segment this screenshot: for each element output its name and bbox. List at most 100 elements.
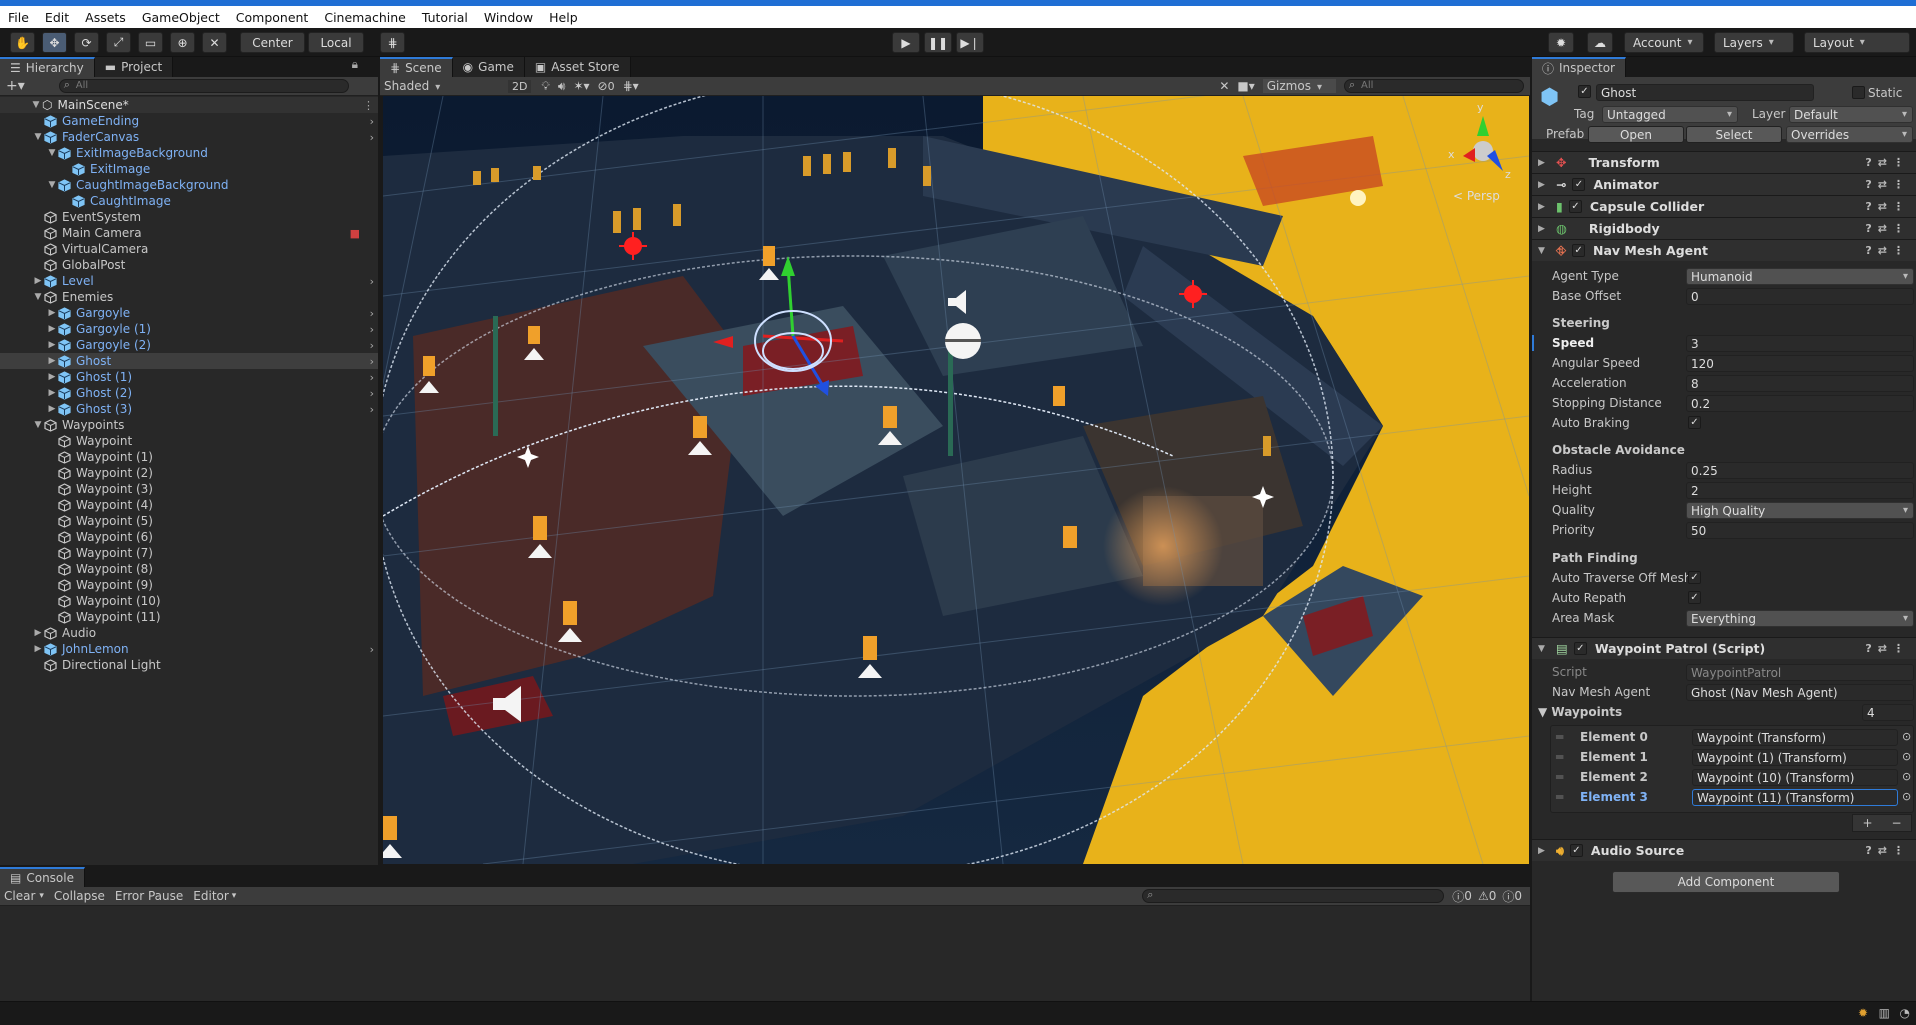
static-checkbox[interactable] — [1852, 86, 1865, 99]
list-remove-button[interactable]: − — [1891, 816, 1901, 830]
grid-toggle-icon[interactable]: ⋕▾ — [623, 79, 639, 93]
auto-repath-checkbox[interactable]: ✓ — [1688, 591, 1701, 604]
waypoint-element-field[interactable]: Waypoint (1) (Transform) — [1692, 749, 1898, 766]
prefab-open-button[interactable]: Open — [1588, 126, 1684, 143]
animator-header[interactable]: ▶ ⊸ ✓ Animator ?⇄⋮ — [1532, 173, 1916, 195]
tab-inspector[interactable]: ⓘ Inspector — [1532, 57, 1626, 77]
collapse-arrow-icon[interactable]: ▶ — [1538, 202, 1552, 212]
chevron-right-icon[interactable]: › — [370, 355, 374, 368]
step-button[interactable]: ▶❘ — [956, 32, 984, 53]
collapse-arrow-icon[interactable]: ▶ — [32, 644, 44, 654]
tools-icon[interactable]: ✕ — [1219, 79, 1229, 93]
hierarchy-row[interactable]: ▶ Ghost (3) › — [0, 401, 378, 417]
area-mask-dropdown[interactable]: Everything — [1686, 610, 1914, 627]
effects-icon[interactable]: ✶▾ — [573, 79, 589, 93]
hierarchy-row[interactable]: ▶ Gargoyle (2) › — [0, 337, 378, 353]
hierarchy-row[interactable]: VirtualCamera — [0, 241, 378, 257]
component-menu-icon[interactable]: ?⇄⋮ — [1865, 844, 1910, 857]
hierarchy-row[interactable]: ▶ Gargoyle (1) › — [0, 321, 378, 337]
scale-tool-icon[interactable]: ⤢ — [106, 32, 131, 53]
hierarchy-row[interactable]: ▶ Ghost (1) › — [0, 369, 378, 385]
hierarchy-search-input[interactable]: All — [58, 78, 349, 93]
active-checkbox[interactable]: ✓ — [1578, 85, 1591, 98]
drag-handle-icon[interactable]: ═ — [1556, 770, 1563, 784]
tab-scene[interactable]: ⋕ Scene — [380, 57, 453, 77]
radius-field[interactable]: 0.25 — [1686, 462, 1914, 479]
collapse-arrow-icon[interactable]: ▶ — [46, 388, 58, 398]
component-menu-icon[interactable]: ?⇄⋮ — [1865, 222, 1910, 235]
expand-arrow-icon[interactable]: ▼ — [1538, 246, 1552, 256]
hierarchy-row[interactable]: ▶ Audio — [0, 625, 378, 641]
hierarchy-row[interactable]: ▶ Ghost (2) › — [0, 385, 378, 401]
collapse-arrow-icon[interactable]: ▶ — [32, 628, 44, 638]
menu-edit[interactable]: Edit — [37, 10, 77, 25]
collapse-arrow-icon[interactable]: ▶ — [46, 324, 58, 334]
waypoint-element-field[interactable]: Waypoint (Transform) — [1692, 729, 1898, 746]
chevron-right-icon[interactable]: › — [370, 643, 374, 656]
hierarchy-row[interactable]: ▶ Gargoyle › — [0, 305, 378, 321]
rotate-tool-icon[interactable]: ⟳ — [74, 32, 99, 53]
hierarchy-row[interactable]: Waypoint (6) — [0, 529, 378, 545]
collapse-arrow-icon[interactable]: ▶ — [46, 340, 58, 350]
collapse-arrow-icon[interactable]: ▶ — [46, 356, 58, 366]
hierarchy-row[interactable]: CaughtImage — [0, 193, 378, 209]
hierarchy-row[interactable]: Waypoint (1) — [0, 449, 378, 465]
gizmos-dropdown[interactable]: Gizmos — [1262, 79, 1336, 93]
component-menu-icon[interactable]: ?⇄⋮ — [1865, 200, 1910, 213]
cloud-icon[interactable]: ☁ — [1587, 32, 1613, 53]
waypoints-foldout[interactable]: ▼ Waypoints — [1538, 705, 1622, 719]
hierarchy-row[interactable]: ▼ CaughtImageBackground — [0, 177, 378, 193]
capsule-checkbox[interactable]: ✓ — [1568, 200, 1582, 213]
transform-header[interactable]: ▶ ✥ Transform ?⇄⋮ — [1532, 151, 1916, 173]
expand-arrow-icon[interactable]: ▼ — [46, 180, 58, 190]
stopping-distance-field[interactable]: 0.2 — [1686, 395, 1914, 412]
collapse-arrow-icon[interactable]: ▶ — [46, 308, 58, 318]
hierarchy-row[interactable]: ExitImage — [0, 161, 378, 177]
hierarchy-row[interactable]: Waypoint (5) — [0, 513, 378, 529]
agent-type-dropdown[interactable]: Humanoid — [1686, 268, 1914, 285]
audio-icon[interactable]: 🔊︎ — [558, 79, 566, 94]
warning-count-icon[interactable]: ⚠ — [1478, 889, 1489, 903]
hierarchy-row[interactable]: ▶ Ghost › — [0, 353, 378, 369]
chevron-right-icon[interactable]: › — [370, 131, 374, 144]
bug-icon[interactable]: ✹ — [1858, 1006, 1868, 1020]
hierarchy-row[interactable]: Waypoint (2) — [0, 465, 378, 481]
navmesh-checkbox[interactable]: ✓ — [1572, 244, 1586, 257]
component-menu-icon[interactable]: ?⇄⋮ — [1865, 178, 1910, 191]
transform-tool-icon[interactable]: ⊕ — [170, 32, 195, 53]
account-dropdown[interactable]: Account — [1624, 32, 1704, 53]
chevron-right-icon[interactable]: › — [370, 339, 374, 352]
hierarchy-row[interactable]: Waypoint (8) — [0, 561, 378, 577]
tab-game[interactable]: ◉ Game — [452, 57, 525, 77]
collapse-arrow-icon[interactable]: ▶ — [1538, 846, 1552, 856]
hierarchy-row[interactable]: ▼ FaderCanvas › — [0, 129, 378, 145]
add-component-button[interactable]: Add Component — [1612, 871, 1840, 893]
tab-hierarchy[interactable]: ☰ Hierarchy — [0, 57, 95, 77]
waypoint-element-field[interactable]: Waypoint (11) (Transform) — [1692, 789, 1898, 806]
hierarchy-row[interactable]: ▶ Level › — [0, 273, 378, 289]
chevron-right-icon[interactable]: › — [370, 115, 374, 128]
hierarchy-row[interactable]: ▼ Enemies — [0, 289, 378, 305]
clear-dropdown-icon[interactable]: ▾ — [39, 891, 44, 901]
expand-arrow-icon[interactable]: ▼ — [46, 148, 58, 158]
hierarchy-row[interactable]: GlobalPost — [0, 257, 378, 273]
menu-window[interactable]: Window — [476, 10, 541, 25]
hierarchy-row[interactable]: Waypoint (10) — [0, 593, 378, 609]
collapse-button[interactable]: Collapse — [54, 889, 105, 903]
chevron-right-icon[interactable]: › — [370, 403, 374, 416]
chevron-right-icon[interactable]: › — [370, 275, 374, 288]
collapse-arrow-icon[interactable]: ▶ — [46, 404, 58, 414]
scene-search-input[interactable]: All — [1344, 78, 1524, 93]
drag-handle-icon[interactable]: ═ — [1556, 730, 1563, 744]
chevron-right-icon[interactable]: › — [370, 323, 374, 336]
chevron-right-icon[interactable]: › — [370, 307, 374, 320]
component-menu-icon[interactable]: ?⇄⋮ — [1865, 642, 1910, 655]
drag-handle-icon[interactable]: ═ — [1556, 750, 1563, 764]
pivot-local-button[interactable]: Local — [308, 32, 364, 53]
rect-tool-icon[interactable]: ▭ — [138, 32, 163, 53]
mode-2d-button[interactable]: 2D — [508, 79, 532, 93]
acceleration-field[interactable]: 8 — [1686, 375, 1914, 392]
expand-arrow-icon[interactable]: ▼ — [32, 132, 44, 142]
error-pause-button[interactable]: Error Pause — [115, 889, 183, 903]
overrides-dropdown[interactable]: Overrides — [1786, 126, 1913, 143]
